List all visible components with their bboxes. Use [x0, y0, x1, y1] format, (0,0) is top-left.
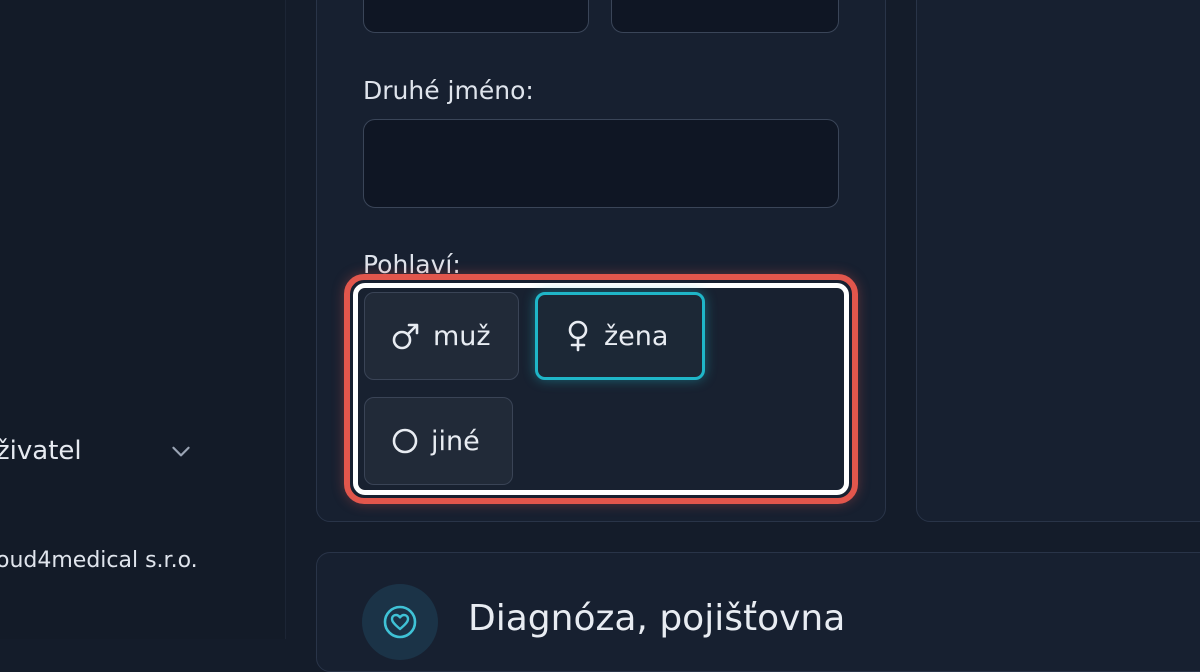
side-card [916, 0, 1200, 522]
female-symbol-icon [568, 320, 588, 352]
gender-option-label: jiné [431, 425, 480, 457]
circle-icon [392, 428, 418, 454]
middle-name-input[interactable] [363, 119, 839, 208]
diagnosis-section-title: Diagnóza, pojišťovna [468, 598, 846, 639]
sidebar-company-name: oud4medical s.r.o. [0, 548, 198, 573]
gender-option-male[interactable]: muž [364, 292, 519, 380]
last-name-input[interactable] [611, 0, 839, 33]
sidebar-user-menu[interactable]: živatel [0, 434, 276, 468]
male-symbol-icon [392, 323, 419, 350]
chevron-down-icon[interactable] [168, 438, 194, 464]
gender-option-label: muž [433, 320, 491, 352]
middle-name-label: Druhé jméno: [363, 76, 534, 105]
diagnosis-icon-badge [362, 584, 438, 660]
sidebar: živatel oud4medical s.r.o. [0, 0, 286, 639]
gender-option-other[interactable]: jiné [364, 397, 513, 485]
heart-icon [383, 605, 417, 639]
gender-option-female[interactable]: žena [535, 292, 705, 380]
first-name-input[interactable] [363, 0, 589, 33]
gender-option-label: žena [604, 320, 669, 352]
sidebar-user-label: živatel [0, 436, 82, 466]
